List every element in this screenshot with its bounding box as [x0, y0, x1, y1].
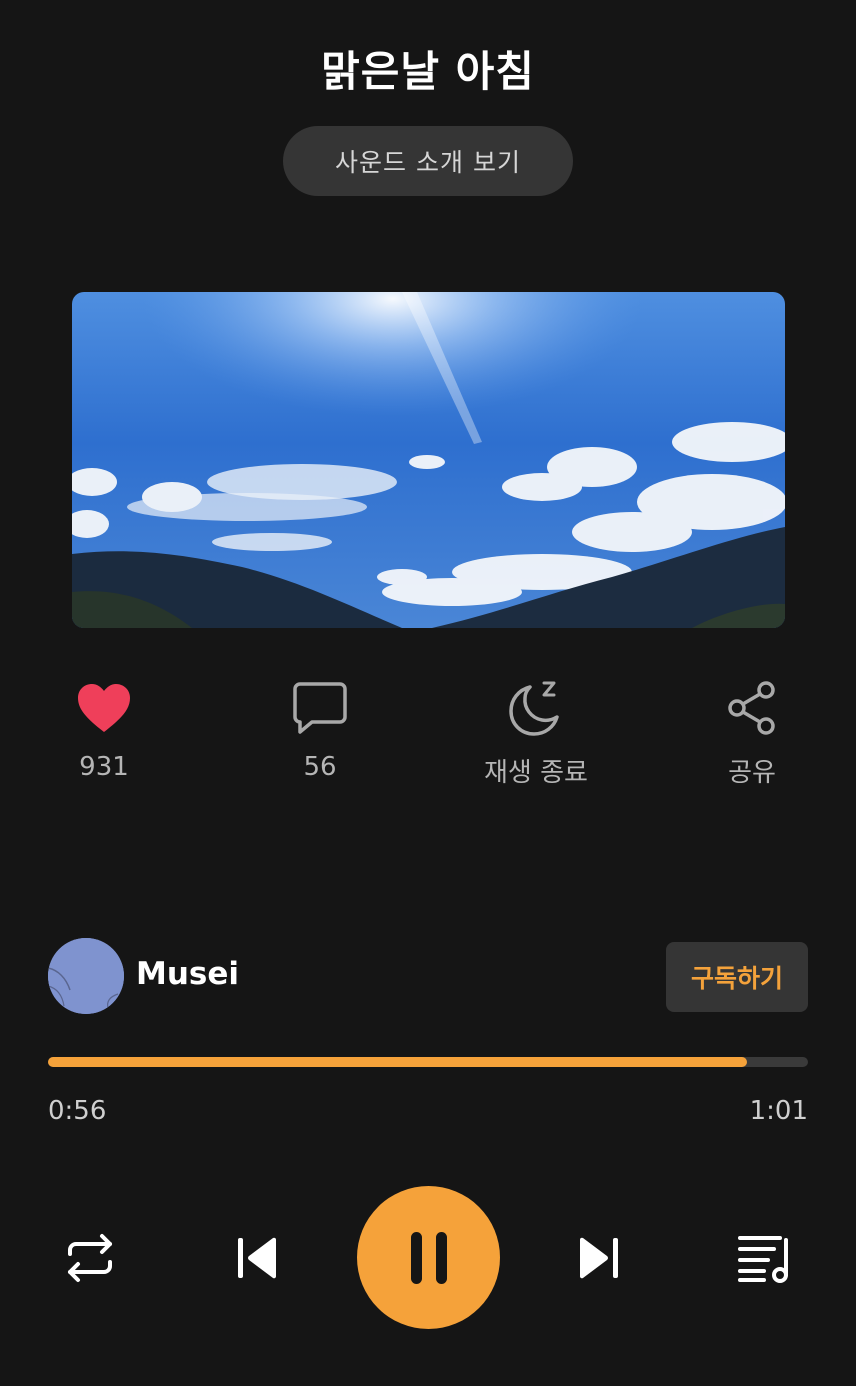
- share-label: 공유: [728, 758, 776, 788]
- current-time: 0:56: [48, 1096, 107, 1126]
- creator-row: Musei 구독하기: [48, 938, 808, 1014]
- action-bar: 931 56 재생 종료 공유: [0, 676, 856, 796]
- total-time: 1:01: [749, 1096, 808, 1126]
- share-icon: [728, 681, 775, 735]
- playlist-icon: [738, 1236, 788, 1283]
- creator-avatar[interactable]: [48, 938, 124, 1014]
- repeat-button[interactable]: [60, 1230, 120, 1286]
- sound-intro-button[interactable]: 사운드 소개 보기: [283, 126, 573, 196]
- track-title: 맑은날 아침: [321, 47, 535, 96]
- play-pause-button[interactable]: [357, 1186, 500, 1329]
- progress-fill: [48, 1057, 748, 1067]
- skip-previous-icon: [238, 1237, 277, 1279]
- next-button[interactable]: [572, 1230, 628, 1286]
- heart-icon: [78, 684, 130, 732]
- player-screen: 맑은날 아침 사운드 소개 보기 931 56 재생 종료 공유 Musei 구…: [0, 0, 856, 1386]
- pause-icon: [410, 1231, 447, 1284]
- skip-next-icon: [579, 1237, 618, 1279]
- moon-sleep-icon: [509, 681, 559, 736]
- like-count: 931: [79, 752, 129, 782]
- comment-icon: [293, 682, 347, 734]
- repeat-icon: [68, 1234, 112, 1282]
- cover-image: [72, 292, 785, 628]
- comment-count: 56: [303, 752, 337, 782]
- previous-button[interactable]: [228, 1230, 284, 1286]
- creator-name[interactable]: Musei: [136, 956, 239, 992]
- sleep-timer-label: 재생 종료: [484, 758, 588, 788]
- like-action[interactable]: 931: [14, 676, 194, 782]
- sleep-timer-action[interactable]: 재생 종료: [446, 676, 626, 789]
- subscribe-button[interactable]: 구독하기: [666, 942, 808, 1012]
- playlist-button[interactable]: [734, 1230, 796, 1286]
- playback-controls: [0, 1186, 856, 1330]
- progress-bar[interactable]: [48, 1057, 808, 1067]
- share-action[interactable]: 공유: [662, 676, 842, 789]
- comment-action[interactable]: 56: [230, 676, 410, 782]
